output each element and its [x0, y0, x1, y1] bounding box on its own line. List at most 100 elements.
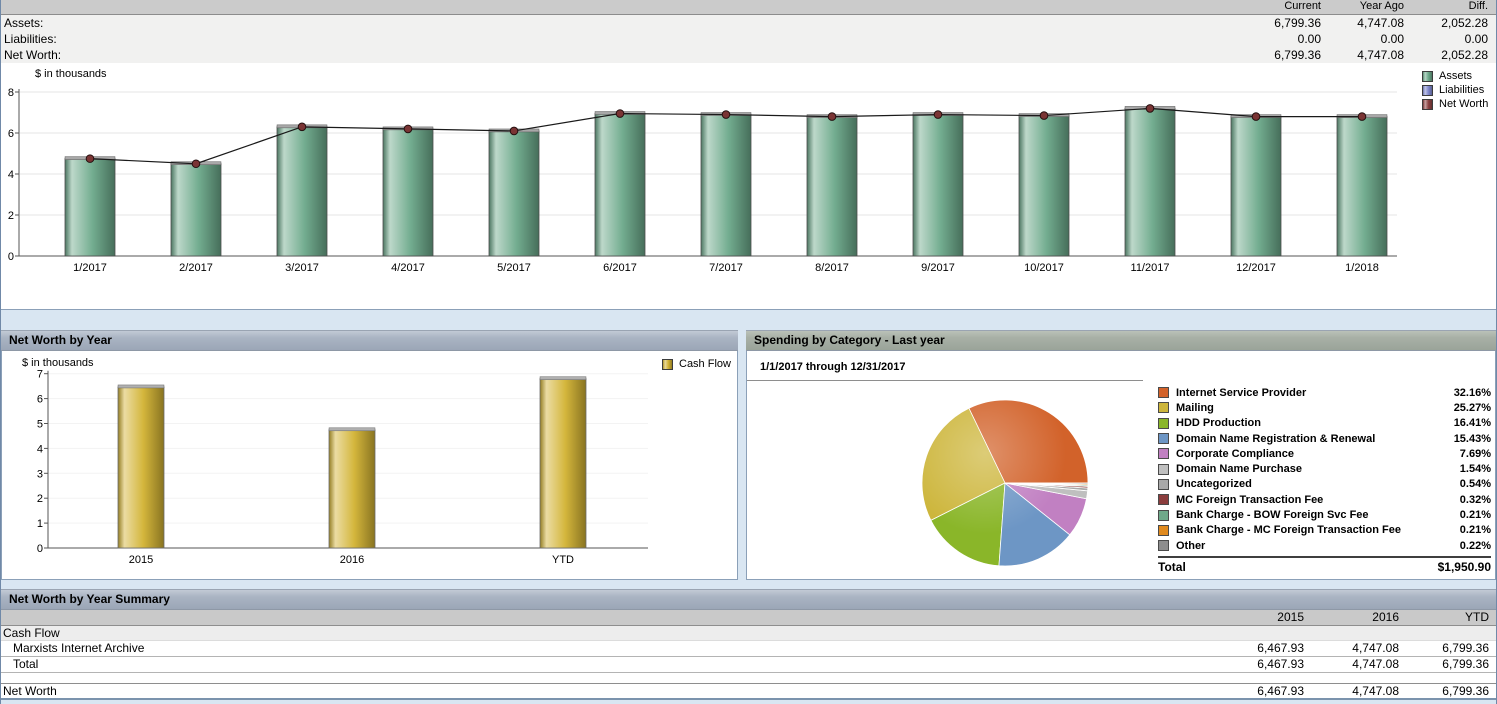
cash-flow-bar-YTD[interactable]	[540, 379, 586, 548]
net-worth-by-year-body: 01234567$ in thousands20152016YTD Cash F…	[1, 351, 738, 580]
summary-col-current: Current	[1238, 0, 1321, 14]
svg-text:3/2017: 3/2017	[285, 262, 319, 274]
summary-table-spacer	[1, 610, 1209, 625]
net-worth-by-year-chart[interactable]: 01234567$ in thousands20152016YTD	[2, 351, 737, 578]
pie-legend-row: Uncategorized0.54%	[1158, 477, 1491, 492]
table-row-marxists-internet-archive: Marxists Internet Archive6,467.934,747.0…	[1, 641, 1496, 657]
table-row-label: Marxists Internet Archive	[1, 641, 1209, 656]
assets-bar-9/2017[interactable]	[913, 115, 963, 256]
table-row-value: 4,747.08	[1304, 641, 1399, 656]
cash-flow-legend-row: Cash Flow	[662, 357, 731, 371]
assets-bar-6/2017[interactable]	[595, 114, 645, 256]
net-worth-point-12/2017[interactable]	[1252, 113, 1260, 121]
net-worth-point-11/2017[interactable]	[1146, 105, 1154, 113]
pie-legend-percent: 0.54%	[1443, 478, 1491, 490]
assets-bar-1/2018[interactable]	[1337, 117, 1387, 256]
period-divider	[747, 380, 1143, 381]
net-worth-point-1/2018[interactable]	[1358, 113, 1366, 121]
summary-col-diff: Diff.	[1404, 0, 1488, 14]
pie-legend-swatch	[1158, 402, 1169, 413]
assets-bar-3/2017[interactable]	[277, 127, 327, 256]
net-worth-point-1/2017[interactable]	[86, 155, 94, 163]
pie-legend-row: Domain Name Registration & Renewal15.43%	[1158, 431, 1491, 446]
svg-text:10/2017: 10/2017	[1024, 262, 1064, 274]
summary-row-value: 0.00	[1404, 31, 1488, 47]
pie-legend-label: HDD Production	[1176, 417, 1443, 429]
svg-text:1/2018: 1/2018	[1345, 262, 1379, 274]
summary-row: Liabilities:0.000.000.00	[1, 31, 1496, 47]
svg-text:9/2017: 9/2017	[921, 262, 955, 274]
net-worth-point-3/2017[interactable]	[298, 123, 306, 131]
net-worth-point-10/2017[interactable]	[1040, 112, 1048, 120]
svg-text:YTD: YTD	[552, 554, 574, 566]
net-worth-summary-panel: Net Worth by Year Summary 2015 2016 YTD …	[1, 589, 1496, 700]
pie-legend-total-row: Total$1,950.90	[1158, 556, 1491, 574]
monthly-chart-legend: Assets LiabilitiesNet Worth	[1422, 69, 1488, 111]
svg-text:$ in thousands: $ in thousands	[22, 357, 94, 369]
summary-row-value: 4,747.08	[1321, 15, 1404, 31]
pie-legend-label: Uncategorized	[1176, 478, 1443, 490]
net-worth-point-2/2017[interactable]	[192, 160, 200, 168]
net-worth-point-5/2017[interactable]	[510, 127, 518, 135]
summary-row-label: Assets:	[1, 15, 1238, 31]
legend-row-net-worth: Net Worth	[1422, 97, 1488, 111]
pie-legend-swatch	[1158, 418, 1169, 429]
pie-legend: Internet Service Provider32.16%Mailing25…	[1158, 385, 1491, 574]
svg-text:2016: 2016	[340, 554, 364, 566]
assets-bar-11/2017[interactable]	[1125, 108, 1175, 256]
pie-legend-swatch	[1158, 525, 1169, 536]
net-worth-monthly-chart-panel: 02468$ in thousands1/20172/20173/20174/2…	[1, 63, 1496, 310]
cash-flow-bar-2015[interactable]	[118, 387, 164, 548]
pie-legend-label: Bank Charge - MC Foreign Transaction Fee	[1176, 524, 1443, 536]
assets-bar-5/2017[interactable]	[489, 131, 539, 256]
assets-legend-swatch	[1422, 71, 1433, 82]
svg-text:8/2017: 8/2017	[815, 262, 849, 274]
summary-table-col-ytd: YTD	[1399, 610, 1489, 625]
net-worth-point-8/2017[interactable]	[828, 113, 836, 121]
pie-legend-swatch	[1158, 387, 1169, 398]
legend-row-assets: Assets	[1422, 69, 1488, 83]
summary-row-value: 6,799.36	[1238, 15, 1321, 31]
pie-legend-label: Bank Charge - BOW Foreign Svc Fee	[1176, 509, 1443, 521]
svg-text:7/2017: 7/2017	[709, 262, 743, 274]
legend-label: Assets	[1439, 70, 1472, 82]
pie-legend-row: Domain Name Purchase1.54%	[1158, 461, 1491, 476]
pie-legend-swatch	[1158, 540, 1169, 551]
net-worth-monthly-chart[interactable]: 02468$ in thousands1/20172/20173/20174/2…	[1, 63, 1496, 309]
net-worth-point-6/2017[interactable]	[616, 110, 624, 118]
report-period-label: 1/1/2017 through 12/31/2017	[760, 361, 906, 373]
assets-bar-8/2017[interactable]	[807, 117, 857, 256]
summary-row-label: Net Worth:	[1, 47, 1238, 63]
pie-legend-percent: 15.43%	[1443, 433, 1491, 445]
assets-bar-1/2017[interactable]	[65, 159, 115, 256]
svg-text:1: 1	[37, 518, 43, 530]
pie-legend-label: MC Foreign Transaction Fee	[1176, 494, 1443, 506]
total-label: Total	[1158, 560, 1438, 574]
assets-bar-2/2017[interactable]	[171, 164, 221, 256]
assets-bar-7/2017[interactable]	[701, 115, 751, 256]
assets-bar-4/2017[interactable]	[383, 129, 433, 256]
summary-col-spacer	[1, 0, 1238, 14]
pie-legend-swatch	[1158, 433, 1169, 444]
legend-label: Liabilities	[1439, 84, 1484, 96]
table-row-value: 6,467.93	[1209, 641, 1304, 656]
svg-text:12/2017: 12/2017	[1236, 262, 1276, 274]
net-worth-point-4/2017[interactable]	[404, 125, 412, 133]
pie-legend-percent: 16.41%	[1443, 417, 1491, 429]
spending-panel-body: 1/1/2017 through 12/31/2017 Internet Ser…	[746, 351, 1496, 580]
net-worth-point-7/2017[interactable]	[722, 111, 730, 119]
legend-row-liabilities: Liabilities	[1422, 83, 1488, 97]
footer-val-ytd: 6,799.36	[1399, 684, 1489, 698]
summary-row-value: 0.00	[1321, 31, 1404, 47]
assets-bar-12/2017[interactable]	[1231, 117, 1281, 256]
pie-legend-label: Mailing	[1176, 402, 1443, 414]
summary-row-value: 4,747.08	[1321, 47, 1404, 63]
cash-flow-bar-2016[interactable]	[329, 430, 375, 548]
net-worth-point-9/2017[interactable]	[934, 111, 942, 119]
pie-legend-percent: 0.21%	[1443, 524, 1491, 536]
net-worth-by-year-panel: Net Worth by Year 01234567$ in thousands…	[1, 330, 738, 580]
svg-text:6: 6	[8, 128, 14, 140]
pie-legend-row: Corporate Compliance7.69%	[1158, 446, 1491, 461]
table-gap	[1, 673, 1496, 683]
assets-bar-10/2017[interactable]	[1019, 116, 1069, 256]
